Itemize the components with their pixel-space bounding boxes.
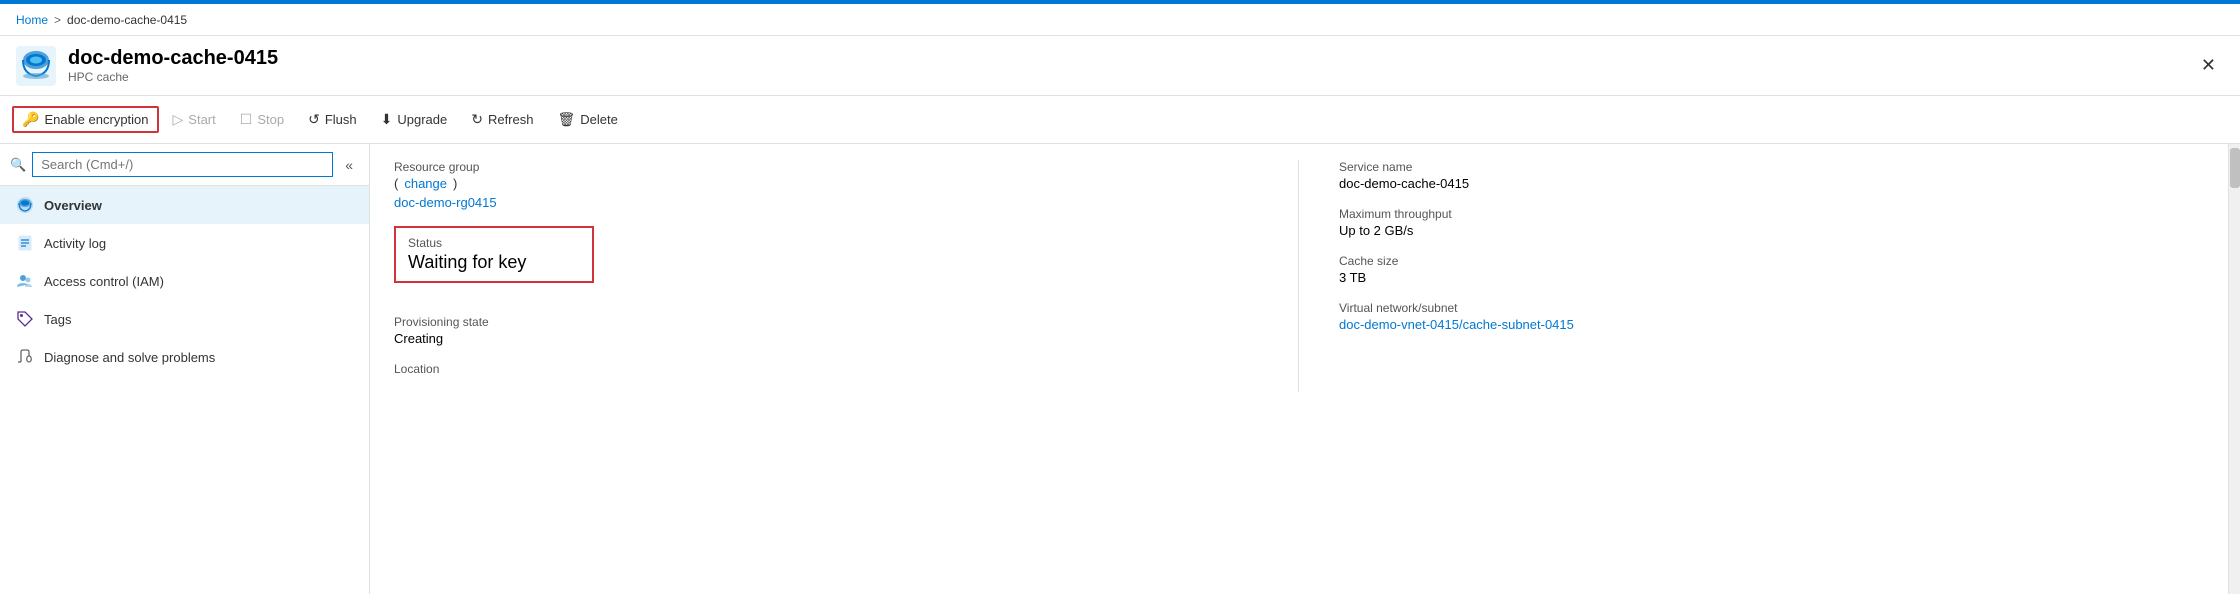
- tags-icon: [16, 310, 34, 328]
- status-value: Waiting for key: [408, 252, 580, 273]
- max-throughput-value: Up to 2 GB/s: [1339, 223, 2204, 238]
- search-icon: 🔍: [10, 157, 26, 173]
- virtual-network-value-link[interactable]: doc-demo-vnet-0415/cache-subnet-0415: [1339, 317, 1574, 332]
- resource-group-paren-open: (: [394, 176, 398, 191]
- service-name-field: Service name doc-demo-cache-0415: [1339, 160, 2204, 191]
- sidebar-item-activity-log[interactable]: Activity log: [0, 224, 369, 262]
- upgrade-icon: ⬇: [381, 111, 393, 128]
- start-icon: ▷: [173, 111, 184, 128]
- sidebar-item-overview[interactable]: Overview: [0, 186, 369, 224]
- page-header: doc-demo-cache-0415 HPC cache ✕: [0, 36, 2240, 96]
- service-name-value: doc-demo-cache-0415: [1339, 176, 2204, 191]
- sidebar-item-overview-label: Overview: [44, 198, 102, 213]
- resource-group-value-link[interactable]: doc-demo-rg0415: [394, 195, 497, 210]
- refresh-icon: ↻: [471, 111, 483, 128]
- cache-size-label: Cache size: [1339, 254, 2204, 268]
- breadcrumb: Home > doc-demo-cache-0415: [0, 4, 2240, 36]
- max-throughput-label: Maximum throughput: [1339, 207, 2204, 221]
- resource-group-change-link[interactable]: change: [404, 176, 447, 191]
- sidebar-item-activity-log-label: Activity log: [44, 236, 106, 251]
- stop-icon: ☐: [240, 111, 253, 128]
- content-area: Resource group (change) doc-demo-rg0415 …: [370, 144, 2228, 594]
- status-field: Status Waiting for key: [394, 226, 1258, 299]
- sidebar-item-tags-label: Tags: [44, 312, 71, 327]
- breadcrumb-current: doc-demo-cache-0415: [67, 13, 187, 27]
- location-field: Location: [394, 362, 1258, 376]
- virtual-network-field: Virtual network/subnet doc-demo-vnet-041…: [1339, 301, 2204, 332]
- breadcrumb-separator: >: [54, 13, 61, 27]
- refresh-button[interactable]: ↻ Refresh: [461, 106, 543, 133]
- enable-encryption-button[interactable]: 🔑 Enable encryption: [12, 106, 159, 133]
- cache-size-value: 3 TB: [1339, 270, 2204, 285]
- page-title: doc-demo-cache-0415: [68, 47, 278, 70]
- start-button[interactable]: ▷ Start: [163, 106, 226, 133]
- close-button[interactable]: ✕: [2193, 51, 2224, 80]
- resource-group-paren-close: ): [453, 176, 457, 191]
- status-label: Status: [408, 236, 580, 250]
- sidebar-item-diagnose-label: Diagnose and solve problems: [44, 350, 215, 365]
- flush-icon: ↺: [308, 111, 320, 128]
- page-subtitle: HPC cache: [68, 70, 278, 84]
- scrollbar[interactable]: [2228, 144, 2240, 594]
- service-name-label: Service name: [1339, 160, 2204, 174]
- search-bar: 🔍 «: [0, 144, 369, 186]
- breadcrumb-home[interactable]: Home: [16, 13, 48, 27]
- provisioning-state-label: Provisioning state: [394, 315, 1258, 329]
- info-right: Service name doc-demo-cache-0415 Maximum…: [1299, 160, 2204, 392]
- location-label: Location: [394, 362, 1258, 376]
- sidebar-item-tags[interactable]: Tags: [0, 300, 369, 338]
- virtual-network-label: Virtual network/subnet: [1339, 301, 2204, 315]
- sidebar-item-iam[interactable]: Access control (IAM): [0, 262, 369, 300]
- stop-button[interactable]: ☐ Stop: [230, 106, 294, 133]
- activity-log-icon: [16, 234, 34, 252]
- search-input[interactable]: [32, 152, 333, 177]
- iam-icon: [16, 272, 34, 290]
- sidebar: 🔍 « Overview Activity log Access control…: [0, 144, 370, 594]
- encryption-icon: 🔑: [22, 111, 39, 128]
- resource-group-label: Resource group: [394, 160, 1258, 174]
- info-grid: Resource group (change) doc-demo-rg0415 …: [394, 160, 2204, 392]
- hpc-cache-icon: [16, 46, 56, 86]
- status-box: Status Waiting for key: [394, 226, 594, 283]
- sidebar-item-diagnose[interactable]: Diagnose and solve problems: [0, 338, 369, 376]
- upgrade-button[interactable]: ⬇ Upgrade: [371, 106, 458, 133]
- main-layout: 🔍 « Overview Activity log Access control…: [0, 144, 2240, 594]
- flush-button[interactable]: ↺ Flush: [298, 106, 367, 133]
- info-left: Resource group (change) doc-demo-rg0415 …: [394, 160, 1299, 392]
- delete-button[interactable]: 🗑 Delete: [547, 106, 627, 133]
- toolbar: 🔑 Enable encryption ▷ Start ☐ Stop ↺ Flu…: [0, 96, 2240, 144]
- resource-group-field: Resource group ( change) doc-demo-rg0415: [394, 160, 1258, 210]
- overview-icon: [16, 196, 34, 214]
- provisioning-state-value: Creating: [394, 331, 1258, 346]
- cache-size-field: Cache size 3 TB: [1339, 254, 2204, 285]
- collapse-button[interactable]: «: [339, 155, 359, 175]
- provisioning-state-field: Provisioning state Creating: [394, 315, 1258, 346]
- max-throughput-field: Maximum throughput Up to 2 GB/s: [1339, 207, 2204, 238]
- diagnose-icon: [16, 348, 34, 366]
- delete-icon: 🗑: [557, 111, 575, 128]
- sidebar-item-iam-label: Access control (IAM): [44, 274, 164, 289]
